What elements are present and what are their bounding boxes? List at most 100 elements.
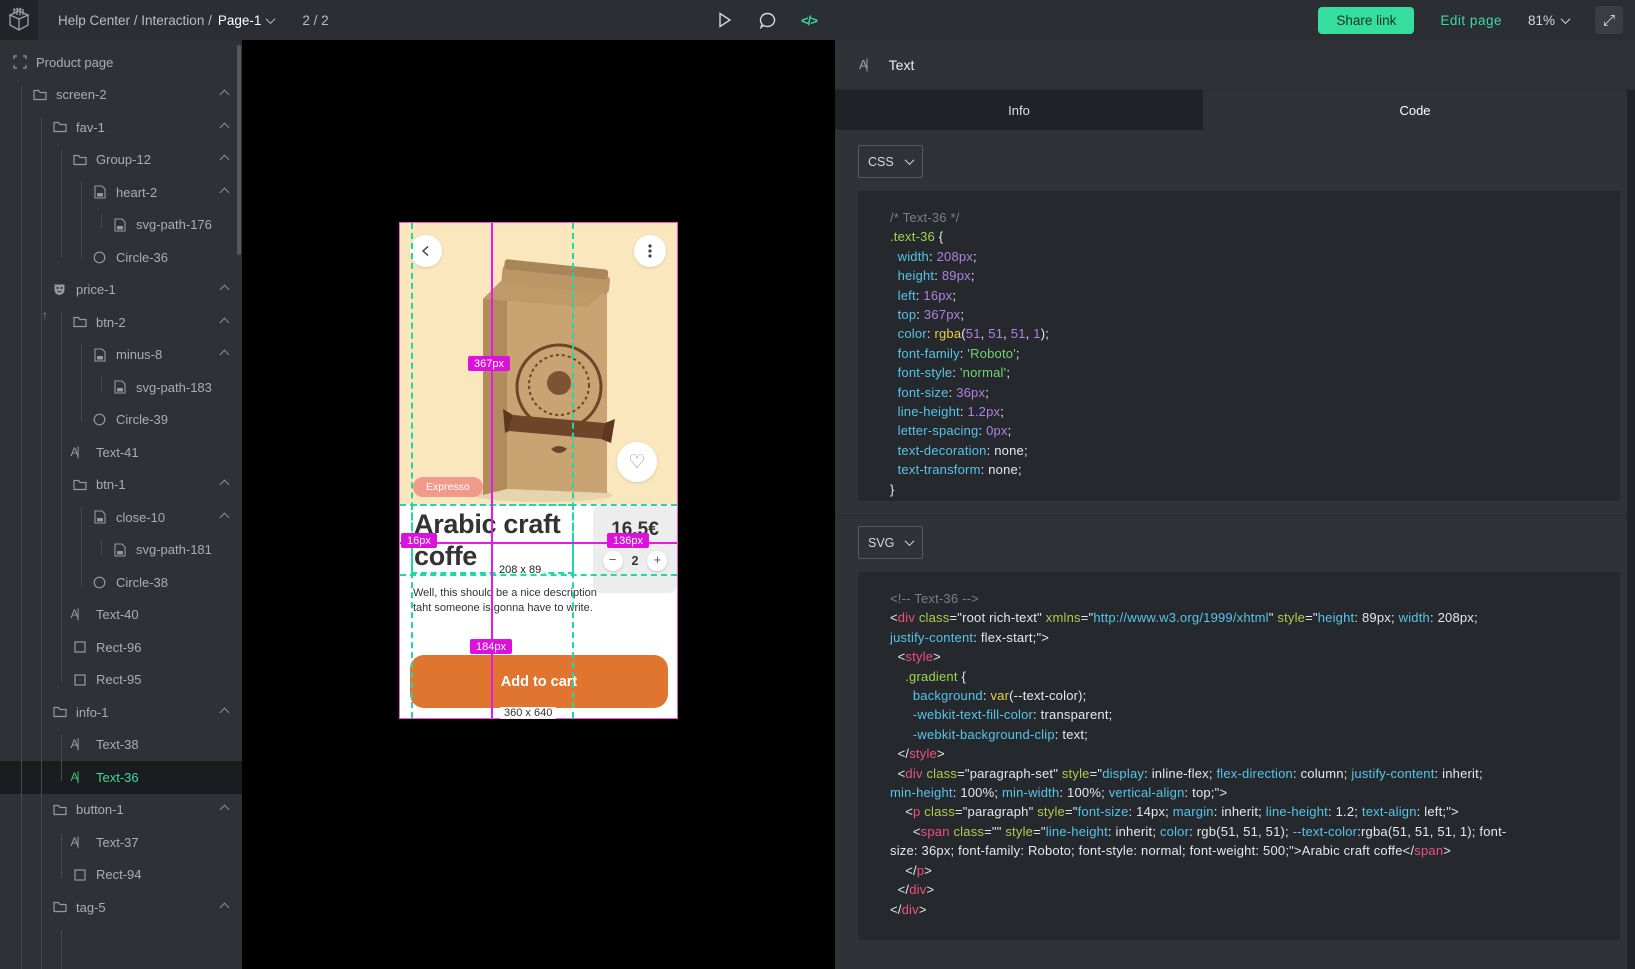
code-line: -webkit-text-fill-color: transparent; <box>890 705 1620 724</box>
css-code-block[interactable]: /* Text-36 */.text-36 { width: 208px; he… <box>858 191 1620 501</box>
sidebar-scrollbar[interactable] <box>237 45 241 255</box>
tree-item-svg-path-181[interactable]: svg-path-181 <box>0 534 242 567</box>
tree-item-text-41[interactable]: A⎸Text-41 <box>0 436 242 469</box>
tree-item-label: Text-41 <box>96 445 139 460</box>
selected-node-title: Text <box>889 57 915 73</box>
tree-item-label: price-1 <box>76 282 116 297</box>
product-description: Well, this should be a nice description … <box>413 586 597 616</box>
fullscreen-button[interactable]: ⤢ <box>1595 6 1623 34</box>
collapse-chevron-icon[interactable] <box>220 155 230 165</box>
tab-code[interactable]: Code <box>1203 90 1627 130</box>
text-icon: A⎸ <box>72 770 87 785</box>
play-button[interactable] <box>715 10 735 30</box>
tree-item-label: svg-path-183 <box>136 380 212 395</box>
tree-item-heart-2[interactable]: heart-2 <box>0 176 242 209</box>
collapse-chevron-icon[interactable] <box>220 902 230 912</box>
back-button[interactable] <box>410 235 442 267</box>
tree-item-btn-1[interactable]: btn-1 <box>0 469 242 502</box>
measurement-chip: 136px <box>607 533 649 548</box>
tree-item-circle-36[interactable]: Circle-36 <box>0 241 242 274</box>
tree-item-info-1[interactable]: info-1 <box>0 696 242 729</box>
mask-icon <box>52 282 67 297</box>
interaction-arrow-icon: ↑ <box>42 308 48 322</box>
collapse-chevron-icon[interactable] <box>220 512 230 522</box>
circle-icon <box>92 575 107 590</box>
quantity-minus-button[interactable]: − <box>603 551 623 571</box>
tree-item-rect-94[interactable]: Rect-94 <box>0 859 242 892</box>
app-logo-icon[interactable] <box>0 0 38 40</box>
frame-size-label: 360 x 640 <box>500 707 556 719</box>
quantity-plus-button[interactable]: + <box>647 551 667 571</box>
collapse-chevron-icon[interactable] <box>220 805 230 815</box>
comment-icon[interactable] <box>757 10 777 30</box>
tree-item-circle-39[interactable]: Circle-39 <box>0 404 242 437</box>
code-mode-icon[interactable]: </> <box>799 10 819 30</box>
tree-item-screen-2[interactable]: screen-2 <box>0 79 242 112</box>
tree-guide <box>101 539 102 555</box>
tree-item-tag-5[interactable]: tag-5 <box>0 891 242 924</box>
tree-item-svg-path-176[interactable]: svg-path-176 <box>0 209 242 242</box>
tree-item-label: Circle-38 <box>116 575 168 590</box>
css-language-select[interactable]: CSS <box>858 145 923 178</box>
svgfile-icon <box>112 542 127 557</box>
measurement-chip: 184px <box>470 639 512 654</box>
collapse-chevron-icon[interactable] <box>220 187 230 197</box>
canvas[interactable]: ♡ Expresso Arabic craft coffe 208 x 89 1… <box>242 40 835 969</box>
collapse-chevron-icon[interactable] <box>220 90 230 100</box>
tree-item-group-12[interactable]: Group-12 <box>0 144 242 177</box>
share-link-button[interactable]: Share link <box>1318 7 1414 34</box>
tree-item-rect-96[interactable]: Rect-96 <box>0 631 242 664</box>
tree-guide <box>81 507 82 585</box>
rect-icon <box>72 640 87 655</box>
svg-language-select[interactable]: SVG <box>858 526 923 559</box>
tree-item-text-38[interactable]: A⎸Text-38 <box>0 729 242 762</box>
tree-item-svg-path-183[interactable]: svg-path-183 <box>0 371 242 404</box>
tree-item-fav-1[interactable]: fav-1 <box>0 111 242 144</box>
section-divider <box>835 515 1627 516</box>
collapse-chevron-icon[interactable] <box>220 285 230 295</box>
tree-item-text-40[interactable]: A⎸Text-40 <box>0 599 242 632</box>
more-options-button[interactable] <box>634 235 666 267</box>
code-line: <span class="" style="line-height: inher… <box>890 822 1620 841</box>
product-title[interactable]: Arabic craft coffe <box>414 508 574 572</box>
collapse-chevron-icon[interactable] <box>220 350 230 360</box>
breadcrumb[interactable]: Help Center / Interaction / Page-1 <box>58 13 274 28</box>
breadcrumb-current-page[interactable]: Page-1 <box>218 13 262 28</box>
tree-item-label: svg-path-176 <box>136 217 212 232</box>
tree-item-close-10[interactable]: close-10 <box>0 501 242 534</box>
tree-guide <box>101 214 102 228</box>
text-icon: A⎸ <box>72 835 87 850</box>
layers-sidebar: Product page screen-2 fav-1 Group-12heart-2… <box>0 40 242 969</box>
price-box: 16.5€ − 2 + <box>593 505 677 593</box>
tree-item-button-1[interactable]: button-1 <box>0 794 242 827</box>
tree-guide <box>81 344 82 422</box>
tree-item-text-37[interactable]: A⎸Text-37 <box>0 826 242 859</box>
tree-item-minus-8[interactable]: minus-8 <box>0 339 242 372</box>
tree-item-label: Product page <box>36 55 113 70</box>
folder-icon <box>72 152 87 167</box>
tree-item-price-1[interactable]: price-1 <box>0 274 242 307</box>
collapse-chevron-icon[interactable] <box>220 480 230 490</box>
zoom-level-control[interactable]: 81% <box>1528 13 1569 28</box>
panel-scrollbar-track[interactable] <box>1627 90 1635 969</box>
folder-icon <box>52 120 67 135</box>
tree-item-btn-2[interactable]: btn-2 <box>0 306 242 339</box>
tree-item-label: fav-1 <box>76 120 105 135</box>
edit-page-link[interactable]: Edit page <box>1440 13 1502 28</box>
tree-item-text-36[interactable]: A⎸Text-36 <box>0 761 242 794</box>
tree-item-circle-38[interactable]: Circle-38 <box>0 566 242 599</box>
mockup-frame[interactable]: ♡ Expresso Arabic craft coffe 208 x 89 1… <box>400 223 677 718</box>
code-line: </div> <box>890 900 1620 919</box>
add-to-cart-button[interactable]: Add to cart <box>410 655 668 708</box>
tab-info[interactable]: Info <box>835 90 1203 130</box>
collapse-chevron-icon[interactable] <box>220 707 230 717</box>
tree-item-rect-95[interactable]: Rect-95 <box>0 664 242 697</box>
collapse-chevron-icon[interactable] <box>220 317 230 327</box>
collapse-chevron-icon[interactable] <box>220 122 230 132</box>
tree-item-label: Circle-36 <box>116 250 168 265</box>
tree-item-product page[interactable]: Product page <box>0 46 242 79</box>
code-line: <p class="paragraph" style="font-size: 1… <box>890 802 1620 821</box>
svg-code-block[interactable]: <!-- Text-36 --><div class="root rich-te… <box>858 572 1620 940</box>
chevron-down-icon <box>1561 14 1571 24</box>
favorite-heart-button[interactable]: ♡ <box>617 442 657 482</box>
